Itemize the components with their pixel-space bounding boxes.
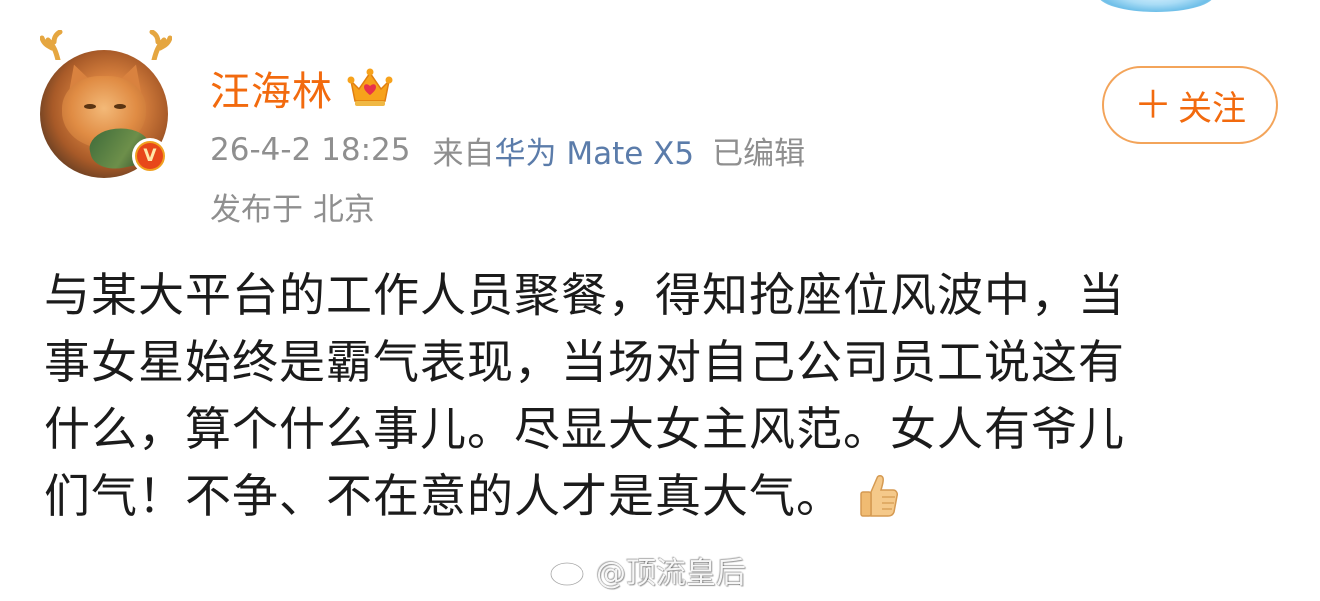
- cat-eye-left: [84, 104, 96, 109]
- post-line: 与某大平台的工作人员聚餐，得知抢座位风波中，当: [44, 268, 1125, 322]
- antler-left-icon: [40, 30, 63, 60]
- author-name[interactable]: 汪海林: [210, 59, 333, 117]
- antler-right-icon: [149, 30, 172, 60]
- post-line: 什么，算个什么事儿。尽显大女主风范。女人有爷儿: [44, 402, 1125, 456]
- device-link[interactable]: 华为 Mate X5: [494, 128, 694, 173]
- post-line-text: 们气！不争、不在意的人才是真大气。: [44, 469, 843, 523]
- post-meta: 26-4-2 18:25 来自 华为 Mate X5 已编辑: [210, 128, 805, 172]
- source-prefix: 来自: [432, 135, 495, 172]
- verified-badge-letter: V: [137, 143, 163, 169]
- edited-label[interactable]: 已编辑: [712, 128, 805, 173]
- watermark-text: @顶流皇后: [596, 556, 746, 591]
- author-avatar-group[interactable]: V: [38, 30, 176, 180]
- post-body: 与某大平台的工作人员聚餐，得知抢座位风波中，当 事女星始终是霸气表现，当场对自己…: [44, 262, 1284, 530]
- weibo-logo-icon: [549, 557, 590, 587]
- plus-icon: ＋: [1133, 83, 1172, 127]
- follow-button[interactable]: ＋ 关注: [1102, 66, 1278, 144]
- weibo-post-screenshot: V 汪海林 26-4-2 18:25 来自 华为 Mate X5 已编辑 发布于…: [0, 0, 1320, 601]
- cat-eye-right: [114, 104, 126, 109]
- post-timestamp[interactable]: 26-4-2 18:25: [210, 132, 410, 168]
- follow-label: 关注: [1178, 88, 1246, 129]
- corner-decoration: [1098, 0, 1214, 12]
- watermark: @顶流皇后: [548, 550, 746, 591]
- author-row: 汪海林: [210, 58, 393, 118]
- crown-icon[interactable]: [347, 67, 393, 109]
- post-location: 发布于 北京: [210, 184, 375, 228]
- post-line-last: 们气！不争、不在意的人才是真大气。: [44, 463, 1284, 530]
- post-line: 事女星始终是霸气表现，当场对自己公司员工说这有: [44, 335, 1125, 389]
- location-label: 发布于 北京: [210, 191, 375, 228]
- verified-badge-icon: V: [132, 138, 168, 174]
- thumbs-up-icon: [860, 475, 898, 517]
